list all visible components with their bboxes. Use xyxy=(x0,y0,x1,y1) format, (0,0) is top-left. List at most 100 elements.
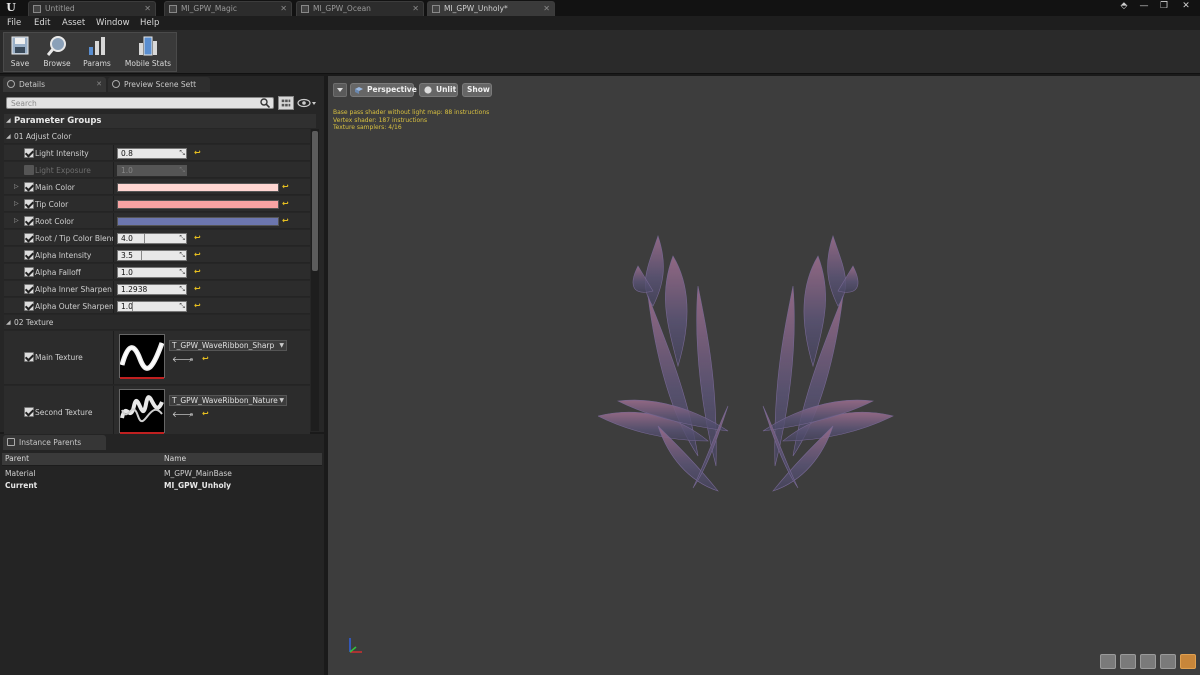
menu-file[interactable]: File xyxy=(7,17,21,29)
root-color-swatch[interactable] xyxy=(117,217,279,226)
override-checkbox[interactable] xyxy=(24,352,34,362)
override-checkbox[interactable] xyxy=(24,165,34,175)
override-checkbox[interactable] xyxy=(24,301,34,311)
search-input[interactable] xyxy=(6,97,274,109)
override-checkbox[interactable] xyxy=(24,148,34,158)
document-tab-ocean[interactable]: MI_GPW_Ocean ✕ xyxy=(296,1,424,16)
override-checkbox[interactable] xyxy=(24,199,34,209)
close-tab-icon[interactable]: ✕ xyxy=(543,2,550,16)
instance-parents-tab[interactable]: Instance Parents xyxy=(3,435,106,450)
alpha-intensity-input[interactable]: 3.5 ⤡ xyxy=(117,250,187,261)
override-checkbox[interactable] xyxy=(24,233,34,243)
main-color-swatch[interactable] xyxy=(117,183,279,192)
reset-to-default-icon[interactable]: ↩ xyxy=(194,301,201,310)
main-texture-asset-dropdown[interactable]: T_GPW_WaveRibbon_Sharp ▼ xyxy=(169,340,287,351)
group-adjust-color[interactable]: ◢ 01 Adjust Color xyxy=(4,129,310,144)
perspective-button[interactable]: Perspective xyxy=(350,83,417,97)
details-tab[interactable]: Details ✕ xyxy=(3,77,106,92)
reset-to-default-icon[interactable]: ↩ xyxy=(194,267,201,276)
params-button[interactable]: Params xyxy=(80,35,114,73)
grid-view-icon[interactable] xyxy=(278,96,294,110)
second-texture-thumbnail[interactable] xyxy=(119,389,165,434)
maximize-button[interactable]: ❐ xyxy=(1154,0,1174,14)
viewport-preview-shape-buttons xyxy=(1100,654,1200,670)
browse-button[interactable]: Browse xyxy=(40,35,74,73)
menu-asset[interactable]: Asset xyxy=(62,17,85,29)
reset-to-default-icon[interactable]: ↩ xyxy=(194,148,201,157)
table-row[interactable]: Current MI_GPW_Unholy xyxy=(2,480,322,492)
use-selected-arrow-icon[interactable]: 🡐 xyxy=(172,355,193,364)
menu-window[interactable]: Window xyxy=(96,17,130,29)
custom-mesh-preview-icon[interactable] xyxy=(1180,654,1196,669)
close-tab-icon[interactable]: ✕ xyxy=(144,2,151,16)
column-header-name[interactable]: Name xyxy=(164,454,186,463)
alpha-outer-sharpen-input[interactable]: 1.0 ⤡ xyxy=(117,301,187,312)
notification-icon[interactable]: ⬘ xyxy=(1114,0,1134,14)
reset-to-default-icon[interactable]: ↩ xyxy=(194,284,201,293)
light-intensity-input[interactable]: 0.8 ⤡ xyxy=(117,148,187,159)
document-tab-magic[interactable]: MI_GPW_Magic ✕ xyxy=(164,1,292,16)
close-tab-icon[interactable]: ✕ xyxy=(280,2,287,16)
alpha-inner-sharpen-input[interactable]: 1.2938 ⤡ xyxy=(117,284,187,295)
scrollbar-thumb[interactable] xyxy=(312,131,318,271)
reset-to-default-icon[interactable]: ↩ xyxy=(282,199,289,208)
document-tab-untitled[interactable]: Untitled ✕ xyxy=(28,1,156,16)
override-checkbox[interactable] xyxy=(24,250,34,260)
parameter-groups-header[interactable]: ◢ Parameter Groups xyxy=(4,114,316,128)
root-tip-blend-input[interactable]: 4.0 ⤡ xyxy=(117,233,187,244)
param-row-root-tip-blend: Root / Tip Color Blend 4.0 ⤡ ↩ xyxy=(4,230,310,246)
magnifier-icon xyxy=(47,36,66,56)
unlit-view-mode-button[interactable]: Unlit xyxy=(419,83,458,97)
details-scrollbar[interactable] xyxy=(311,129,319,431)
light-exposure-input: 1.0 ⤡ xyxy=(117,165,187,176)
second-texture-asset-dropdown[interactable]: T_GPW_WaveRibbon_Nature ▼ xyxy=(169,395,287,406)
cylinder-preview-icon[interactable] xyxy=(1100,654,1116,669)
save-icon xyxy=(11,36,29,55)
mobile-stats-button[interactable]: Mobile Stats xyxy=(122,35,174,73)
menu-help[interactable]: Help xyxy=(140,17,159,29)
view-options-eye-icon[interactable] xyxy=(296,97,318,109)
material-instance-icon xyxy=(301,5,309,13)
reset-to-default-icon[interactable]: ↩ xyxy=(282,216,289,225)
reset-to-default-icon[interactable]: ↩ xyxy=(202,409,209,418)
expand-arrow-icon[interactable]: ▷ xyxy=(14,183,19,190)
alpha-falloff-input[interactable]: 1.0 ⤡ xyxy=(117,267,187,278)
expand-arrow-icon[interactable]: ▷ xyxy=(14,200,19,207)
expand-arrow-icon[interactable]: ▷ xyxy=(14,217,19,224)
preview-viewport[interactable]: Perspective Unlit Show Base pass shader … xyxy=(327,76,1200,675)
group-texture[interactable]: ◢ 02 Texture xyxy=(4,315,310,330)
close-window-button[interactable]: ✕ xyxy=(1176,0,1196,14)
cube-preview-icon[interactable] xyxy=(1160,654,1176,669)
table-row[interactable]: Material M_GPW_MainBase xyxy=(2,468,322,480)
close-tab-icon[interactable]: ✕ xyxy=(412,2,419,16)
viewport-options-button[interactable] xyxy=(333,83,347,97)
menu-edit[interactable]: Edit xyxy=(34,17,50,29)
tip-color-swatch[interactable] xyxy=(117,200,279,209)
drag-arrows-icon: ⤡ xyxy=(179,302,185,310)
override-checkbox[interactable] xyxy=(24,182,34,192)
main-texture-thumbnail[interactable] xyxy=(119,334,165,379)
browse-asset-icon[interactable]: ⌕ xyxy=(187,410,196,419)
param-row-light-intensity: Light Intensity 0.8 ⤡ ↩ xyxy=(4,145,310,161)
save-button[interactable]: Save xyxy=(8,35,32,73)
override-checkbox[interactable] xyxy=(24,284,34,294)
browse-asset-icon[interactable]: ⌕ xyxy=(187,355,196,364)
reset-to-default-icon[interactable]: ↩ xyxy=(202,354,209,363)
minimize-button[interactable]: — xyxy=(1134,0,1154,14)
override-checkbox[interactable] xyxy=(24,407,34,417)
reset-to-default-icon[interactable]: ↩ xyxy=(282,182,289,191)
sphere-preview-icon[interactable] xyxy=(1120,654,1136,669)
preview-scene-settings-tab[interactable]: Preview Scene Sett xyxy=(108,77,210,92)
document-tab-unholy[interactable]: MI_GPW_Unholy* ✕ xyxy=(427,1,555,16)
use-selected-arrow-icon[interactable]: 🡐 xyxy=(172,410,193,419)
reset-to-default-icon[interactable]: ↩ xyxy=(194,233,201,242)
details-tab-label: Details xyxy=(19,80,46,89)
override-checkbox[interactable] xyxy=(24,216,34,226)
override-checkbox[interactable] xyxy=(24,267,34,277)
instance-parents-panel: Instance Parents Parent Name Material M_… xyxy=(0,434,324,675)
plane-preview-icon[interactable] xyxy=(1140,654,1156,669)
column-header-parent[interactable]: Parent xyxy=(5,454,29,463)
close-tab-icon[interactable]: ✕ xyxy=(96,77,102,92)
show-flags-button[interactable]: Show xyxy=(462,83,492,97)
reset-to-default-icon[interactable]: ↩ xyxy=(194,250,201,259)
